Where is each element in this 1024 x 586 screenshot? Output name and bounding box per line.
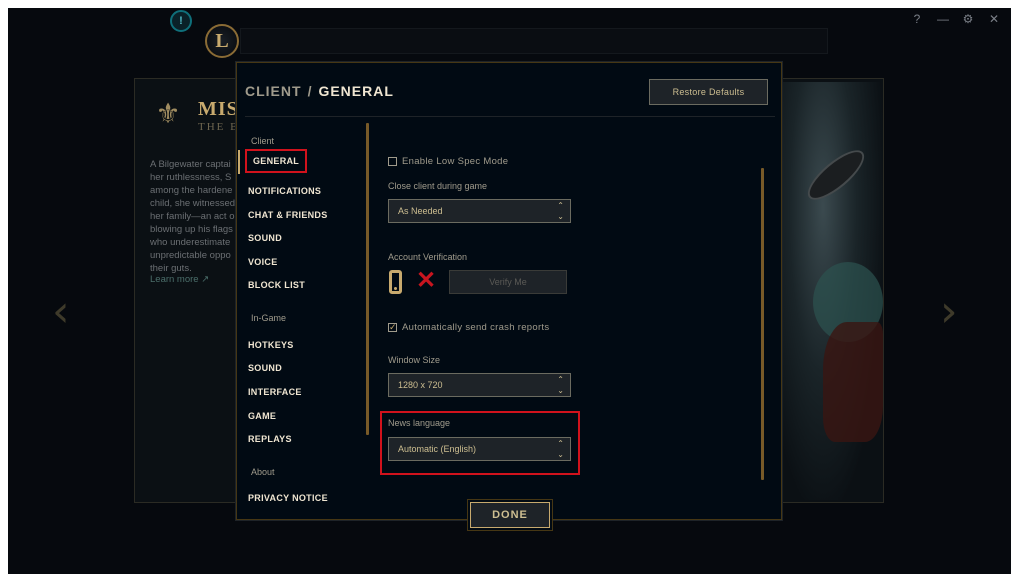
news-language-select[interactable]: Automatic (English) ⌃ ⌄: [388, 437, 571, 461]
crash-reports-checkbox-row[interactable]: ✓ Automatically send crash reports: [388, 322, 549, 333]
sidebar-item-voice[interactable]: VOICE: [248, 257, 278, 267]
close-x-icon: ✕: [416, 267, 437, 294]
top-nav-bar: [240, 28, 828, 54]
background-subheading: THE B: [198, 121, 240, 133]
breadcrumb-current: GENERAL: [318, 83, 394, 99]
sidebar-item-interface[interactable]: INTERFACE: [248, 387, 302, 397]
low-spec-label: Enable Low Spec Mode: [402, 156, 509, 167]
done-button-frame: DONE: [470, 502, 550, 528]
low-spec-checkbox-row[interactable]: Enable Low Spec Mode: [388, 156, 508, 167]
phone-icon: [389, 270, 402, 294]
close-client-value: As Needed: [398, 206, 443, 216]
sidebar-item-sound[interactable]: SOUND: [248, 233, 282, 243]
breadcrumb-separator: /: [307, 83, 313, 99]
window-size-select[interactable]: 1280 x 720 ⌃ ⌄: [388, 373, 571, 397]
settings-dialog: CLIENT / GENERAL Restore Defaults Client G…: [236, 62, 782, 528]
close-client-label: Close client during game: [388, 181, 488, 191]
champion-art: [783, 82, 883, 500]
background-lore: A Bilgewater captai her ruthlessness, S …: [150, 159, 236, 274]
section-about: About: [251, 467, 275, 477]
section-client: Client: [251, 136, 275, 146]
league-logo-icon[interactable]: L: [205, 24, 239, 58]
low-spec-checkbox[interactable]: [388, 157, 397, 166]
help-icon[interactable]: ?: [910, 12, 924, 26]
sidebar-item-game[interactable]: GAME: [248, 411, 276, 421]
crash-reports-checkbox[interactable]: ✓: [388, 322, 397, 332]
sidebar-item-notifications[interactable]: NOTIFICATIONS: [248, 186, 321, 196]
gear-icon[interactable]: ⚙: [961, 12, 975, 26]
learn-more-link[interactable]: Learn more ↗: [150, 274, 209, 285]
breadcrumb: CLIENT / GENERAL: [245, 83, 394, 99]
background-heading: MIS: [198, 98, 239, 120]
chevron-updown-icon: ⌃ ⌄: [557, 201, 564, 221]
section-in-game: In-Game: [251, 313, 287, 323]
sidebar-item-replays[interactable]: REPLAYS: [248, 434, 292, 444]
account-verification-label: Account Verification: [388, 252, 468, 262]
sidebar-scrollbar[interactable]: [366, 123, 369, 435]
prev-arrow-icon[interactable]: ‹: [52, 290, 70, 334]
emblem-icon: ⚜: [155, 98, 181, 129]
close-client-select[interactable]: As Needed ⌃ ⌄: [388, 199, 571, 223]
done-button[interactable]: DONE: [471, 503, 549, 527]
restore-defaults-button[interactable]: Restore Defaults: [649, 79, 768, 105]
minimize-icon[interactable]: —: [936, 12, 950, 26]
chevron-updown-icon: ⌃ ⌄: [557, 439, 564, 459]
sidebar-item-chat-friends[interactable]: CHAT & FRIENDS: [248, 210, 328, 220]
sidebar-item-hotkeys[interactable]: HOTKEYS: [248, 340, 294, 350]
breadcrumb-parent[interactable]: CLIENT: [245, 83, 302, 99]
divider: [245, 116, 775, 117]
window-size-label: Window Size: [388, 355, 441, 365]
client-window: ? — ⚙ ✕ ! L ⚜ MIS THE B A Bilgewater cap…: [8, 8, 1011, 574]
verify-me-button[interactable]: Verify Me: [449, 270, 567, 294]
close-icon[interactable]: ✕: [987, 12, 1001, 26]
window-size-value: 1280 x 720: [398, 380, 443, 390]
alert-badge-icon[interactable]: !: [170, 10, 192, 32]
sidebar-item-block-list[interactable]: BLOCK LIST: [248, 280, 305, 290]
active-nav-marker: [238, 150, 240, 174]
sidebar-item-ingame-sound[interactable]: SOUND: [248, 363, 282, 373]
news-language-label: News language: [388, 418, 451, 428]
next-arrow-icon[interactable]: ›: [940, 290, 958, 334]
news-language-value: Automatic (English): [398, 444, 477, 454]
content-scrollbar[interactable]: [761, 168, 764, 480]
crash-reports-label: Automatically send crash reports: [402, 322, 550, 333]
chevron-updown-icon: ⌃ ⌄: [557, 375, 564, 395]
sidebar-item-privacy-notice[interactable]: PRIVACY NOTICE: [248, 493, 328, 503]
check-icon: ✓: [389, 322, 397, 332]
sidebar-item-general[interactable]: GENERAL: [245, 149, 308, 173]
